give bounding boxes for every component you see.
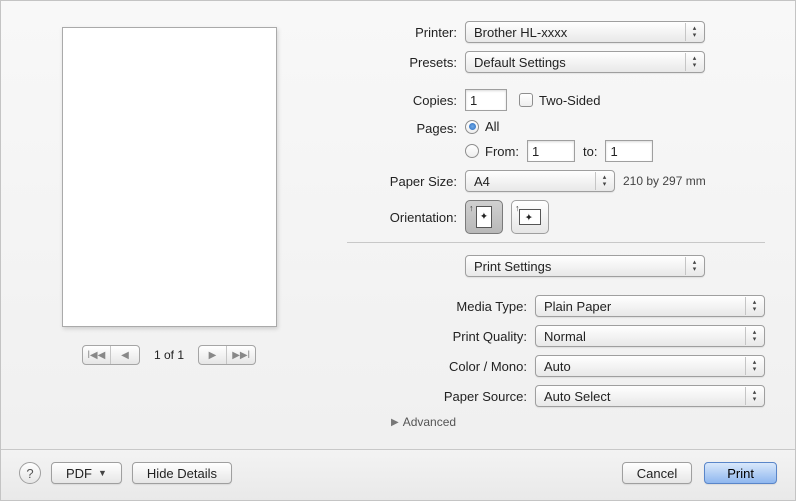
nav-back-group: l◀◀ ◀: [82, 345, 140, 365]
copies-value: 1: [470, 93, 477, 108]
chevron-updown-icon: ▴▾: [685, 53, 701, 71]
page-from-field[interactable]: 1: [527, 140, 575, 162]
settings-section-value: Print Settings: [474, 259, 551, 274]
main-area: l◀◀ ◀ 1 of 1 ▶ ▶▶l Printer: Brother HL-x…: [1, 1, 795, 449]
page-navigator: l◀◀ ◀ 1 of 1 ▶ ▶▶l: [82, 345, 256, 365]
page-to-value: 1: [610, 144, 617, 159]
paper-dimensions: 210 by 297 mm: [623, 174, 706, 188]
paper-source-select[interactable]: Auto Select ▴▾: [535, 385, 765, 407]
copies-label: Copies:: [347, 93, 457, 108]
person-icon: ✦: [525, 213, 536, 221]
printer-label: Printer:: [347, 25, 457, 40]
media-type-select[interactable]: Plain Paper ▴▾: [535, 295, 765, 317]
preview-pane: l◀◀ ◀ 1 of 1 ▶ ▶▶l: [21, 21, 317, 439]
copies-field[interactable]: 1: [465, 89, 507, 111]
media-type-value: Plain Paper: [544, 299, 611, 314]
prev-page-button[interactable]: ◀: [111, 346, 139, 364]
two-sided-checkbox[interactable]: [519, 93, 533, 107]
presets-select[interactable]: Default Settings ▴▾: [465, 51, 705, 73]
page-counter: 1 of 1: [154, 348, 184, 362]
separator: [347, 242, 765, 243]
pages-label: Pages:: [347, 119, 457, 136]
disclosure-triangle-icon: ▶: [391, 417, 399, 428]
hide-details-label: Hide Details: [147, 466, 217, 481]
first-page-button[interactable]: l◀◀: [83, 346, 111, 364]
arrow-up-icon: ↑: [469, 203, 474, 213]
page-to-field[interactable]: 1: [605, 140, 653, 162]
print-quality-label: Print Quality:: [347, 329, 527, 344]
paper-source-value: Auto Select: [544, 389, 611, 404]
two-sided-label: Two-Sided: [539, 93, 600, 108]
cancel-label: Cancel: [637, 466, 677, 481]
person-icon: ✦: [480, 212, 488, 223]
chevron-updown-icon: ▴▾: [685, 23, 701, 41]
pages-to-label: to:: [583, 144, 597, 159]
cancel-button[interactable]: Cancel: [622, 462, 692, 484]
presets-label: Presets:: [347, 55, 457, 70]
pages-all-radio[interactable]: [465, 120, 479, 134]
chevron-updown-icon: ▴▾: [745, 297, 761, 315]
orientation-label: Orientation:: [347, 210, 457, 225]
media-type-label: Media Type:: [347, 299, 527, 314]
footer: ? PDF ▼ Hide Details Cancel Print: [1, 449, 795, 500]
chevron-down-icon: ▼: [98, 468, 107, 478]
chevron-updown-icon: ▴▾: [595, 172, 611, 190]
color-mono-select[interactable]: Auto ▴▾: [535, 355, 765, 377]
color-mono-label: Color / Mono:: [347, 359, 527, 374]
nav-forward-group: ▶ ▶▶l: [198, 345, 256, 365]
chevron-updown-icon: ▴▾: [745, 327, 761, 345]
orientation-landscape-button[interactable]: ↑ ✦: [511, 200, 549, 234]
pdf-button[interactable]: PDF ▼: [51, 462, 122, 484]
help-button[interactable]: ?: [19, 462, 41, 484]
paper-source-label: Paper Source:: [347, 389, 527, 404]
advanced-disclosure[interactable]: ▶ Advanced: [391, 415, 765, 429]
settings-pane: Printer: Brother HL-xxxx ▴▾ Presets: Def…: [317, 21, 775, 439]
print-label: Print: [727, 466, 754, 481]
paper-size-select[interactable]: A4 ▴▾: [465, 170, 615, 192]
printer-value: Brother HL-xxxx: [474, 25, 567, 40]
print-button[interactable]: Print: [704, 462, 777, 484]
pdf-label: PDF: [66, 466, 92, 481]
print-quality-select[interactable]: Normal ▴▾: [535, 325, 765, 347]
orientation-portrait-button[interactable]: ↑ ✦: [465, 200, 503, 234]
settings-section-select[interactable]: Print Settings ▴▾: [465, 255, 705, 277]
paper-size-label: Paper Size:: [347, 174, 457, 189]
pages-from-label: From:: [485, 144, 527, 159]
next-page-button[interactable]: ▶: [199, 346, 227, 364]
chevron-updown-icon: ▴▾: [685, 257, 701, 275]
pages-from-radio[interactable]: [465, 144, 479, 158]
chevron-updown-icon: ▴▾: [745, 357, 761, 375]
printer-select[interactable]: Brother HL-xxxx ▴▾: [465, 21, 705, 43]
portrait-icon: ✦: [476, 206, 492, 228]
preview-page: [62, 27, 277, 327]
chevron-updown-icon: ▴▾: [745, 387, 761, 405]
hide-details-button[interactable]: Hide Details: [132, 462, 232, 484]
last-page-button[interactable]: ▶▶l: [227, 346, 255, 364]
presets-value: Default Settings: [474, 55, 566, 70]
color-mono-value: Auto: [544, 359, 571, 374]
print-dialog: l◀◀ ◀ 1 of 1 ▶ ▶▶l Printer: Brother HL-x…: [0, 0, 796, 501]
help-icon: ?: [26, 466, 33, 481]
advanced-label: Advanced: [403, 415, 456, 429]
print-quality-value: Normal: [544, 329, 586, 344]
pages-all-label: All: [485, 119, 499, 134]
page-from-value: 1: [532, 144, 539, 159]
landscape-icon: ✦: [519, 209, 541, 225]
paper-size-value: A4: [474, 174, 490, 189]
